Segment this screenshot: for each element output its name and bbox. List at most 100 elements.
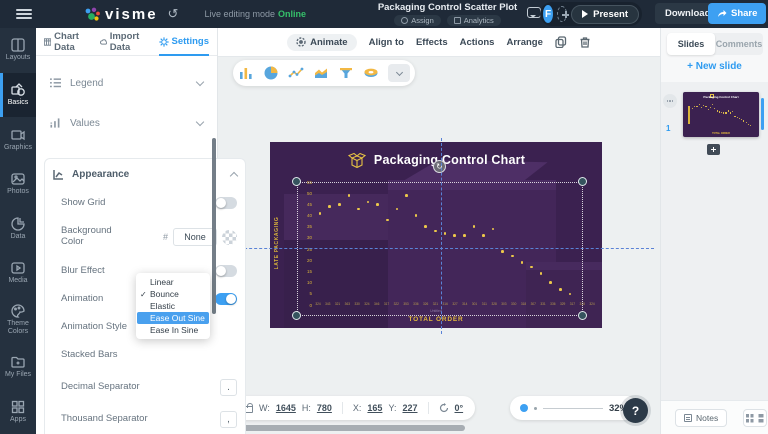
funnel-chart-type-button[interactable] [338, 65, 354, 81]
tab-slides[interactable]: Slides [667, 33, 715, 55]
background-color-input[interactable]: None [173, 228, 217, 246]
slide-options-icon[interactable] [663, 94, 677, 108]
donut-chart-type-button[interactable] [363, 65, 379, 81]
scatter-point [501, 250, 504, 253]
zoom-slider-track[interactable] [543, 407, 603, 409]
zoom-control: 32% [510, 396, 638, 420]
comments-chat-icon[interactable] [527, 7, 541, 18]
sidebar-item-photos[interactable]: Photos [0, 162, 36, 207]
thousand-separator-select[interactable]: , [220, 410, 237, 428]
legend-icon [50, 78, 61, 88]
present-button[interactable]: Present [571, 4, 639, 24]
y-tick-label: 0 [309, 302, 312, 308]
share-button[interactable]: Share [708, 3, 767, 24]
effects-button[interactable]: Effects [416, 37, 448, 48]
sidebar-item-media[interactable]: Media [0, 251, 36, 296]
section-values[interactable]: Values [36, 110, 217, 136]
sidebar-item-basics[interactable]: Basics [0, 72, 36, 118]
row-decimal-separator: Decimal Separator . [45, 373, 245, 401]
tab-chart-data[interactable]: Chart Data [44, 28, 89, 55]
canvas-horizontal-scrollbar[interactable] [219, 425, 465, 431]
thumbnail-scatter-point [714, 108, 716, 110]
animation-indicator-icon[interactable]: ↻ [433, 160, 446, 173]
tab-comments[interactable]: Comments [715, 39, 763, 49]
zoom-slider-handle[interactable] [520, 404, 528, 412]
resize-handle-bottom-right[interactable] [578, 311, 587, 320]
height-value[interactable]: 780 [317, 403, 332, 413]
appearance-icon [53, 169, 63, 180]
align-to-button[interactable]: Align to [369, 37, 404, 48]
x-tick-label: 336 [413, 302, 419, 306]
lock-ratio-icon[interactable] [245, 403, 253, 413]
pie-chart-type-button[interactable] [263, 65, 279, 81]
sidebar-item-layouts[interactable]: Layouts [0, 28, 36, 73]
x-tick-label: 324 [589, 302, 595, 306]
thumbnail-scatter-point [705, 105, 707, 107]
rotation-value[interactable]: 0° [455, 403, 464, 413]
sidebar-item-theme-colors[interactable]: Theme Colors [0, 295, 36, 345]
sidebar-item-apps[interactable]: Apps [0, 389, 36, 434]
resize-handle-bottom-left[interactable] [292, 311, 301, 320]
list-view-button[interactable] [755, 410, 766, 426]
sidebar-item-data[interactable]: Data [0, 206, 36, 251]
x-position-value[interactable]: 165 [367, 403, 382, 413]
sidebar-item-my-files[interactable]: My Files [0, 345, 36, 390]
x-tick-label: 346 [374, 302, 380, 306]
resize-handle-top-left[interactable] [292, 177, 301, 186]
animate-button[interactable]: Animate [287, 33, 357, 51]
assign-icon [401, 17, 409, 24]
x-tick-label: 303 [501, 302, 507, 306]
y-position-value[interactable]: 227 [402, 403, 417, 413]
tab-settings[interactable]: Settings [158, 28, 210, 56]
grid-view-button[interactable] [744, 410, 755, 426]
help-button[interactable]: ? [623, 398, 648, 423]
my-files-icon [11, 357, 25, 368]
visme-logo[interactable]: visme [84, 6, 158, 23]
thumbnail-scatter-point [747, 123, 749, 125]
duplicate-button[interactable] [555, 36, 567, 49]
analytics-button[interactable]: Analytics [446, 15, 501, 26]
decimal-separator-select[interactable]: . [220, 378, 237, 396]
slide-thumbnail[interactable]: Packaging Control Chart TOTAL ORDER [683, 92, 759, 137]
area-chart-type-button[interactable] [313, 65, 329, 81]
width-value[interactable]: 1645 [276, 403, 296, 413]
avatar[interactable]: F [543, 5, 554, 23]
assign-button[interactable]: Assign [394, 15, 441, 26]
dropdown-option-ease-out-sine[interactable]: Ease Out Sine [137, 312, 209, 324]
delete-button[interactable] [579, 36, 591, 48]
add-slide-here-button[interactable] [707, 144, 720, 155]
more-chart-types-button[interactable] [388, 64, 410, 82]
resize-handle-top-right[interactable] [578, 177, 587, 186]
panel-scrollbar[interactable] [212, 138, 216, 314]
dropdown-option-bounce[interactable]: ✓ Bounce [136, 288, 210, 300]
animation-toggle[interactable] [215, 293, 237, 305]
section-legend[interactable]: Legend [36, 70, 217, 96]
hamburger-menu-icon[interactable] [16, 9, 32, 19]
arrange-button[interactable]: Arrange [506, 37, 542, 48]
new-slide-button[interactable]: + New slide [661, 61, 768, 72]
blur-effect-toggle[interactable] [215, 265, 237, 277]
dropdown-option-elastic[interactable]: Elastic [136, 300, 210, 312]
chevron-down-icon [395, 68, 403, 76]
scatter-point [453, 234, 456, 237]
actions-button[interactable]: Actions [460, 37, 495, 48]
transparent-color-swatch[interactable] [222, 229, 237, 245]
sidebar-item-graphics[interactable]: Graphics [0, 117, 36, 162]
add-collaborator-button[interactable] [557, 6, 570, 22]
undo-icon[interactable]: ↺ [168, 6, 179, 22]
dropdown-option-ease-in-sine[interactable]: Ease In Sine [136, 324, 210, 336]
tab-import-data[interactable]: Import Data [99, 28, 148, 55]
chevron-down-icon [195, 77, 205, 86]
dropdown-option-linear[interactable]: Linear [136, 276, 210, 288]
thumbnail-scatter-point [696, 105, 698, 107]
y-tick-label: 45 [306, 201, 312, 207]
canvas-area: Animate Align to Effects Actions Arrange [218, 28, 660, 434]
chart-object[interactable]: Packaging Control Chart ↻ LATE PACKAGING… [270, 142, 602, 328]
document-title[interactable]: Packaging Control Scatter Plot [340, 2, 555, 13]
x-tick-label: 307 [530, 302, 536, 306]
thumbnail-scatter-point [736, 116, 738, 118]
bar-chart-type-button[interactable] [238, 65, 254, 81]
notes-button[interactable]: Notes [675, 409, 728, 427]
line-chart-type-button[interactable] [288, 65, 304, 81]
show-grid-toggle[interactable] [215, 197, 237, 209]
